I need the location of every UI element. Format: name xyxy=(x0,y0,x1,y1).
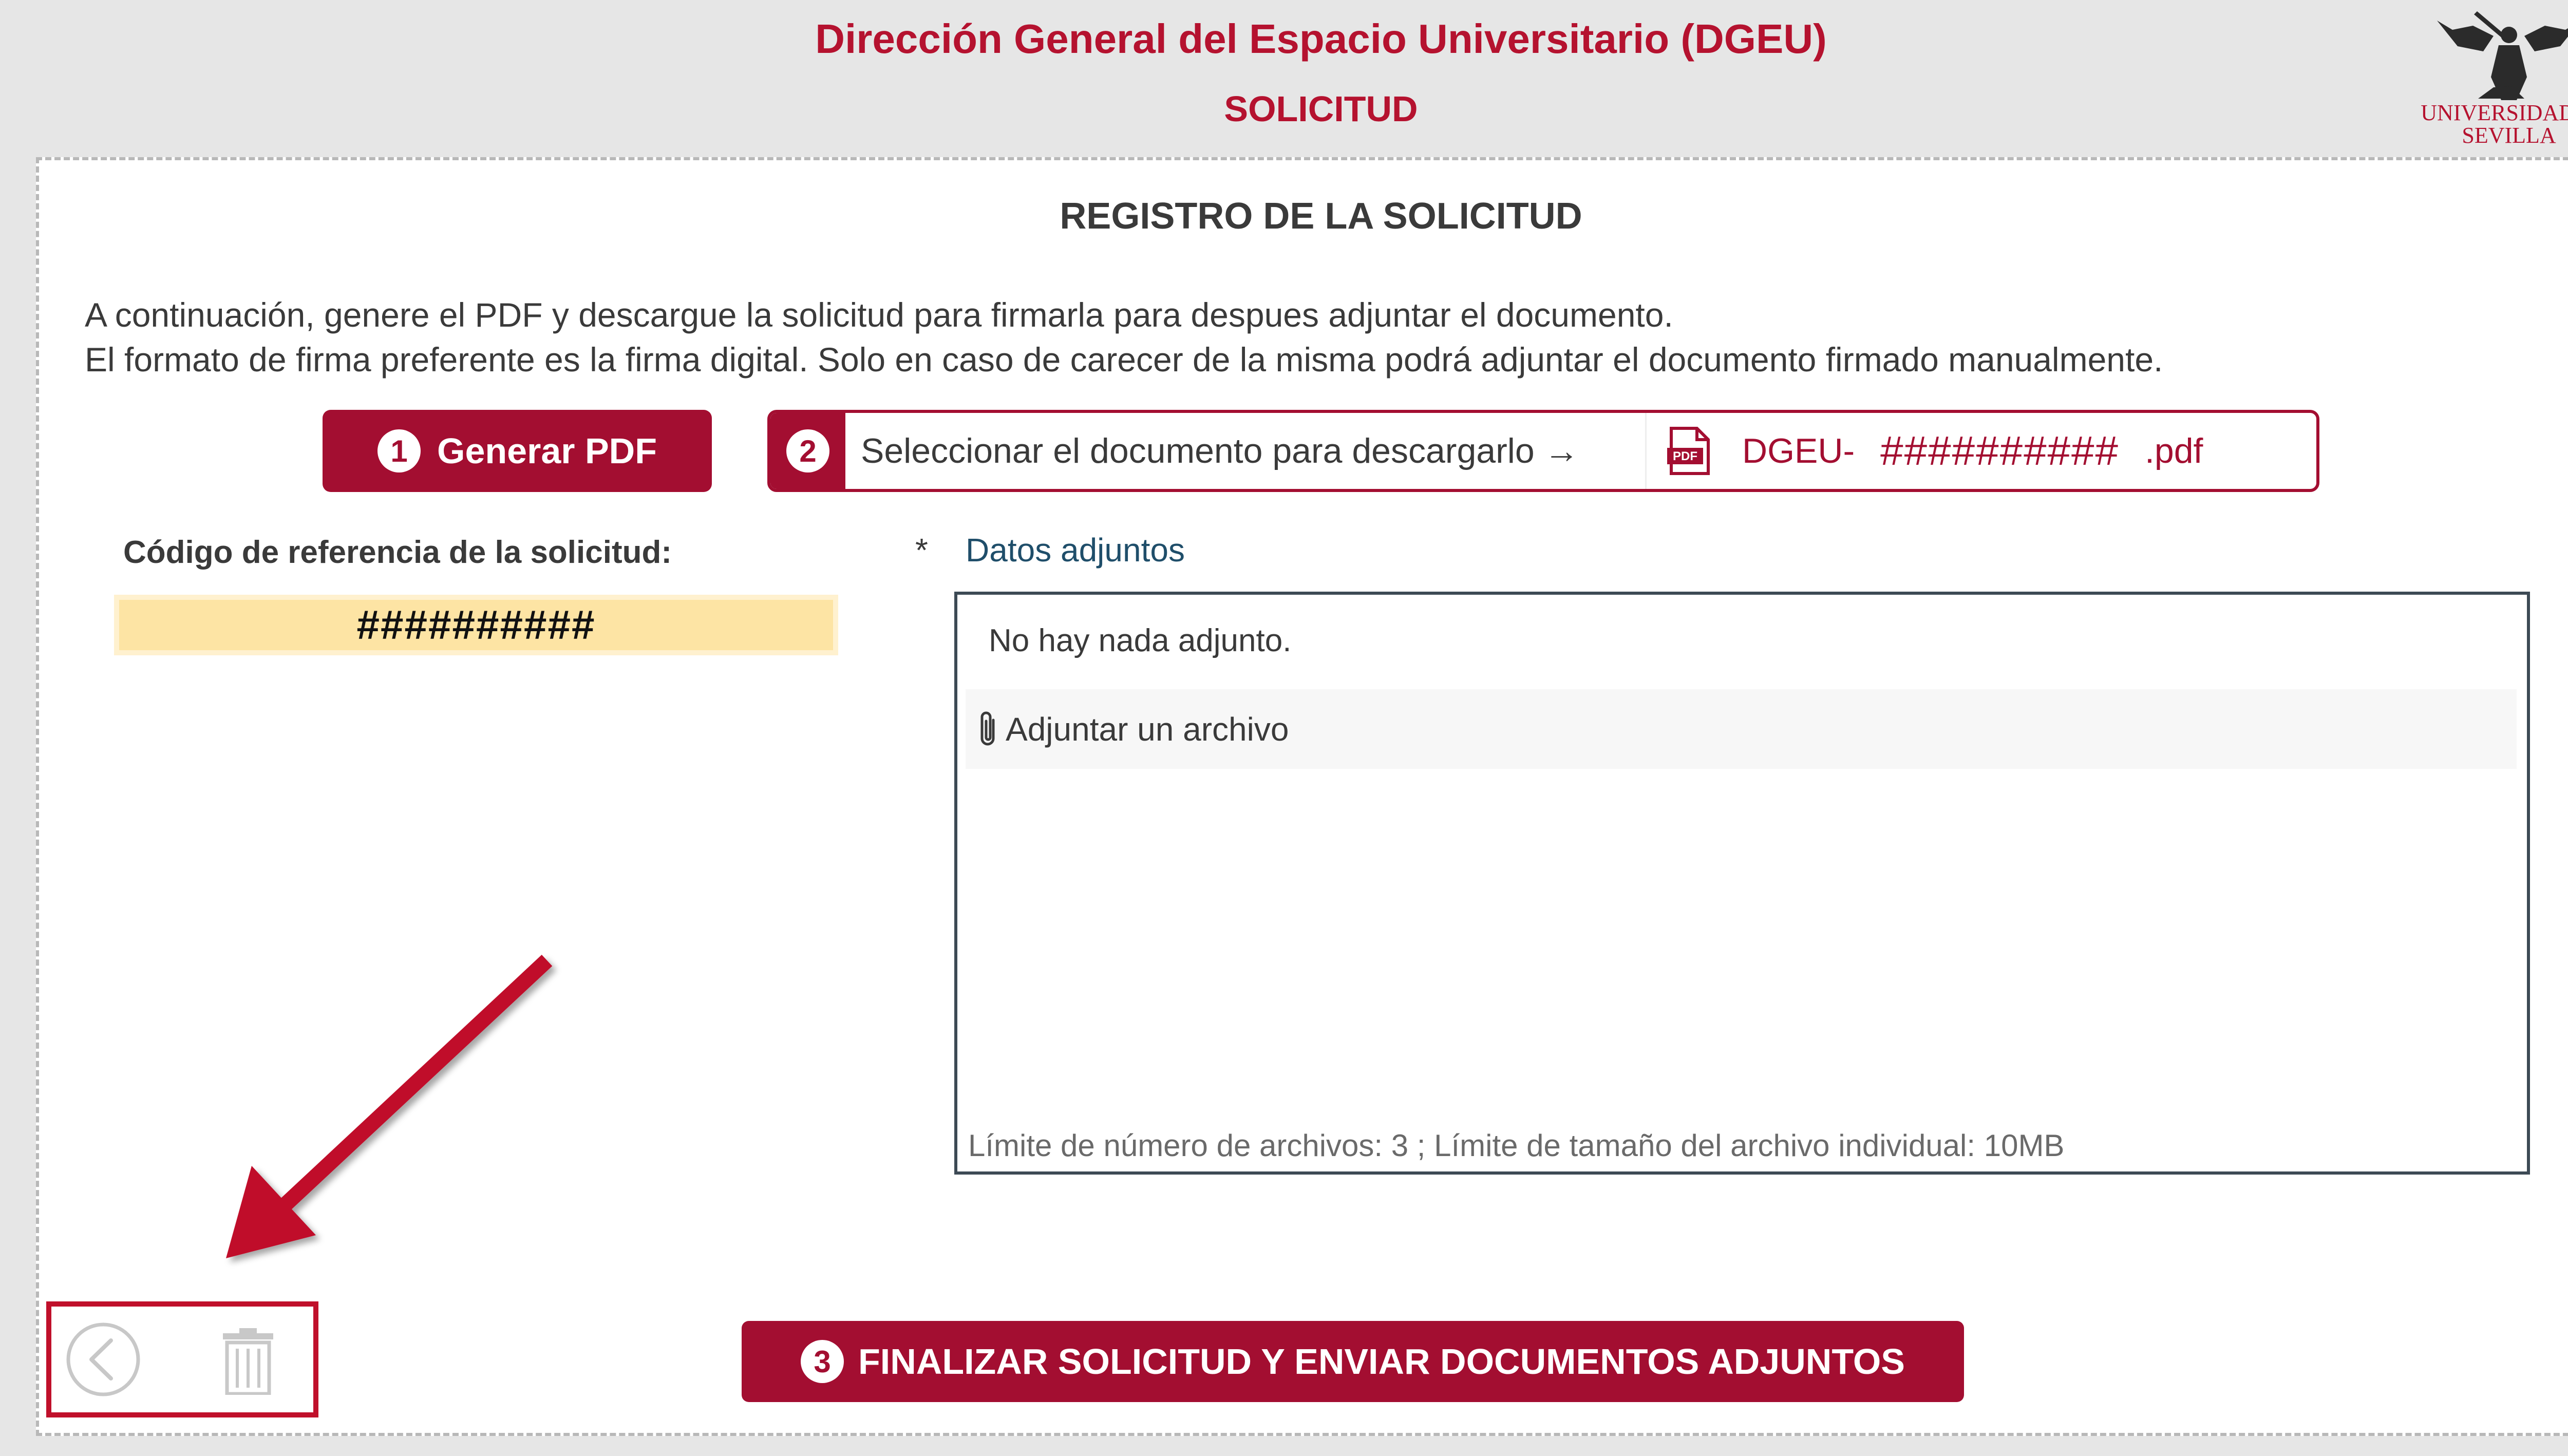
logo-text: UNIVERSIDAD D SEVILLA xyxy=(2421,100,2568,148)
pdf-file-icon: PDF xyxy=(1667,427,1710,475)
step-1-badge: 1 xyxy=(377,429,421,472)
attachments-limits: Límite de número de archivos: 3 ; Límite… xyxy=(968,1128,2065,1163)
paperclip-icon xyxy=(980,711,995,745)
back-icon[interactable] xyxy=(65,1321,142,1398)
generate-pdf-button[interactable]: 1 Generar PDF xyxy=(323,410,712,492)
required-mark: * xyxy=(915,532,928,569)
download-label: Seleccionar el documento para descargarl… xyxy=(845,413,1647,489)
file-extension: .pdf xyxy=(2145,431,2203,470)
annotation-arrow-icon xyxy=(226,955,553,1258)
step-2-badge: 2 xyxy=(786,429,829,472)
attach-file-button[interactable]: Adjuntar un archivo xyxy=(966,689,2517,769)
reference-label: Código de referencia de la solicitud: xyxy=(123,535,672,570)
generate-pdf-label: Generar PDF xyxy=(437,431,657,471)
finalize-submit-button[interactable]: 3 FINALIZAR SOLICITUD Y ENVIAR DOCUMENTO… xyxy=(742,1321,1964,1402)
attach-file-label: Adjuntar un archivo xyxy=(1006,710,1289,748)
file-code: ########## xyxy=(1880,428,2120,474)
instruction-line-1: A continuación, genere el PDF y descargu… xyxy=(85,296,1673,334)
page-title: Dirección General del Espacio Universita… xyxy=(815,16,1827,62)
archangel-logo-icon xyxy=(2437,11,2568,100)
instruction-line-2: El formato de firma preferente es la fir… xyxy=(85,341,2163,379)
svg-text:PDF: PDF xyxy=(1673,449,1697,463)
section-title: REGISTRO DE LA SOLICITUD xyxy=(1060,196,1582,237)
download-file-link[interactable]: PDF DGEU- ########## .pdf xyxy=(1647,413,2203,489)
attachments-empty-text: No hay nada adjunto. xyxy=(989,623,1292,658)
file-prefix: DGEU- xyxy=(1742,431,1855,470)
finalize-label: FINALIZAR SOLICITUD Y ENVIAR DOCUMENTOS … xyxy=(858,1341,1905,1382)
attachments-label: Datos adjuntos xyxy=(966,532,1185,569)
trash-icon[interactable] xyxy=(221,1327,275,1395)
page-subtitle: SOLICITUD xyxy=(1224,89,1418,129)
step-2-badge-container: 2 xyxy=(770,413,845,489)
reference-value: ########## xyxy=(114,595,838,655)
download-document-field: 2 Seleccionar el documento para descarga… xyxy=(767,410,2319,492)
step-3-badge: 3 xyxy=(801,1340,844,1383)
university-logo: UNIVERSIDAD D SEVILLA xyxy=(2416,5,2568,148)
attachments-box xyxy=(954,592,2530,1175)
